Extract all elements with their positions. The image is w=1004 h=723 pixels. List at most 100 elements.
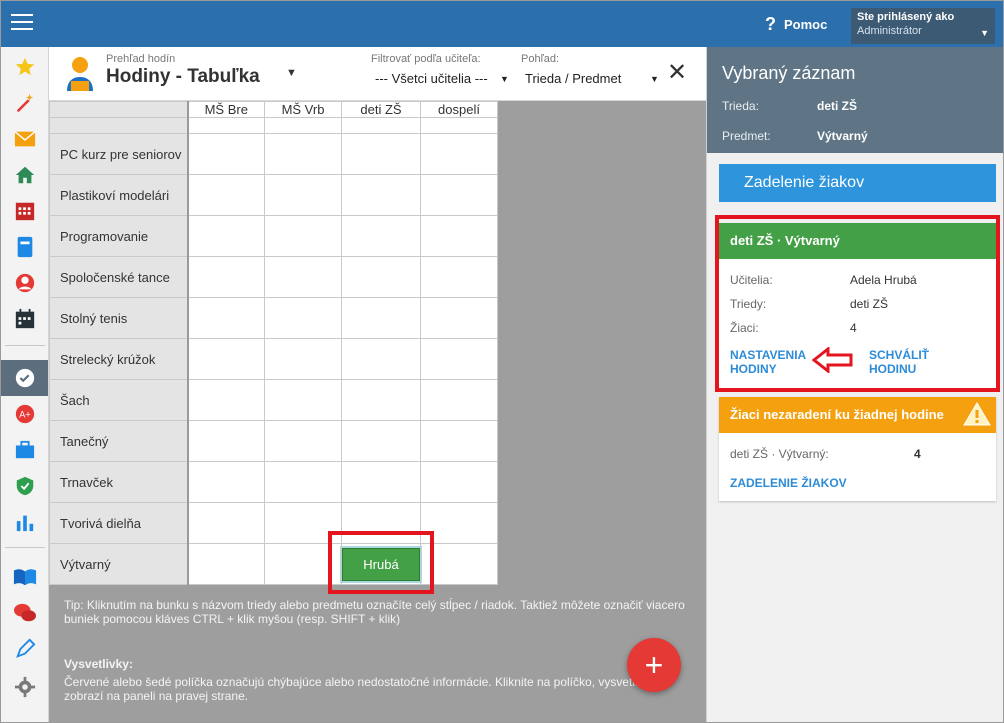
grid-cell[interactable] bbox=[187, 174, 265, 216]
grid-cell[interactable] bbox=[341, 461, 421, 503]
user-menu[interactable]: Ste prihlásený ako Administrátor ▼ bbox=[851, 8, 995, 44]
row-header[interactable]: Strelecký krúžok bbox=[49, 338, 189, 380]
grid-cell[interactable] bbox=[341, 379, 421, 421]
briefcase-icon[interactable] bbox=[1, 432, 48, 468]
row-header[interactable]: Tanečný bbox=[49, 420, 189, 462]
grid-cell[interactable] bbox=[187, 420, 265, 462]
grid-cell[interactable] bbox=[420, 543, 498, 585]
magic-wand-icon[interactable] bbox=[1, 85, 48, 121]
grid-cell[interactable] bbox=[187, 215, 265, 257]
lesson-settings-link[interactable]: NASTAVENIA HODINY bbox=[730, 348, 806, 376]
grid-cell[interactable] bbox=[341, 133, 421, 175]
phone-book-icon[interactable] bbox=[1, 229, 48, 265]
home-icon[interactable] bbox=[1, 157, 48, 193]
grid-cell[interactable] bbox=[264, 133, 342, 175]
row-header[interactable]: Spoločenské tance bbox=[49, 256, 189, 298]
arrow-left-icon bbox=[811, 345, 854, 376]
question-icon: ? bbox=[765, 14, 776, 34]
grid-cell[interactable] bbox=[187, 133, 265, 175]
grid-cell[interactable] bbox=[187, 461, 265, 503]
row-header[interactable]: Trnavček bbox=[49, 461, 189, 503]
assign-students-link[interactable]: ZADELENIE ŽIAKOV bbox=[730, 476, 847, 490]
grid-cell[interactable] bbox=[420, 297, 498, 339]
calendar-grid-icon[interactable] bbox=[1, 193, 48, 229]
grid-cell[interactable] bbox=[264, 543, 342, 585]
grid-cell[interactable] bbox=[420, 215, 498, 257]
subject-label: Predmet: bbox=[722, 129, 771, 143]
grid-cell[interactable] bbox=[187, 502, 265, 544]
calendar-icon[interactable] bbox=[1, 301, 48, 337]
envelope-icon[interactable] bbox=[1, 121, 48, 157]
grid-cell[interactable] bbox=[187, 543, 265, 585]
row-header[interactable]: Programovanie bbox=[49, 215, 189, 257]
grid-cell[interactable] bbox=[420, 379, 498, 421]
row-header[interactable]: PC kurz pre seniorov bbox=[49, 133, 189, 175]
table-row: Plastikoví modelári bbox=[49, 174, 498, 216]
book-icon[interactable] bbox=[1, 559, 48, 595]
check-circle-icon[interactable] bbox=[1, 360, 48, 396]
column-header[interactable]: MŠ Vrb bbox=[264, 101, 342, 118]
help-link[interactable]: ? Pomoc bbox=[765, 15, 827, 33]
grid-cell[interactable] bbox=[264, 379, 342, 421]
grid-cell[interactable] bbox=[264, 215, 342, 257]
grid-cell[interactable] bbox=[341, 420, 421, 462]
row-header[interactable]: Tvorivá dielňa bbox=[49, 502, 189, 544]
table-row: Stolný tenis bbox=[49, 297, 498, 339]
column-header[interactable]: MŠ Bre bbox=[187, 101, 265, 118]
title-dropdown-icon[interactable]: ▼ bbox=[286, 67, 297, 79]
grid-cell[interactable] bbox=[341, 297, 421, 339]
column-header[interactable]: dospelí bbox=[420, 101, 498, 118]
add-button[interactable]: + bbox=[627, 638, 681, 692]
grid-cell[interactable] bbox=[341, 256, 421, 298]
grid-cell[interactable] bbox=[187, 256, 265, 298]
grid-cell[interactable] bbox=[264, 297, 342, 339]
row-header[interactable]: Výtvarný bbox=[49, 543, 189, 585]
shield-check-icon[interactable] bbox=[1, 468, 48, 504]
grid-cell[interactable] bbox=[420, 174, 498, 216]
grid-cell[interactable] bbox=[264, 174, 342, 216]
grid-cell[interactable] bbox=[420, 338, 498, 380]
pen-icon[interactable] bbox=[1, 631, 48, 667]
star-icon[interactable] bbox=[1, 49, 48, 85]
grid-cell[interactable] bbox=[420, 420, 498, 462]
assign-students-button[interactable]: Zadelenie žiakov bbox=[719, 164, 996, 202]
grid-cell[interactable] bbox=[341, 502, 421, 544]
grid-cell[interactable] bbox=[420, 461, 498, 503]
grid-cell[interactable] bbox=[420, 502, 498, 544]
column-header[interactable]: deti ZŠ bbox=[341, 101, 421, 118]
menu-icon[interactable] bbox=[11, 14, 33, 34]
teacher-filter-select[interactable]: --- Všetci učitelia --- bbox=[375, 71, 488, 86]
grid-cell[interactable] bbox=[187, 297, 265, 339]
view-select[interactable]: Trieda / Predmet bbox=[525, 71, 621, 86]
gear-icon[interactable] bbox=[1, 669, 48, 705]
lesson-chip[interactable]: Hrubá bbox=[342, 547, 420, 581]
table-row: Tanečný bbox=[49, 420, 498, 462]
grid-cell[interactable] bbox=[420, 256, 498, 298]
grid-cell[interactable] bbox=[420, 133, 498, 175]
grid-cell[interactable] bbox=[264, 420, 342, 462]
row-header[interactable]: Stolný tenis bbox=[49, 297, 189, 339]
grid-cell[interactable] bbox=[264, 502, 342, 544]
row-header[interactable]: Plastikoví modelári bbox=[49, 174, 189, 216]
bar-chart-icon[interactable] bbox=[1, 504, 48, 540]
approve-lesson-link[interactable]: SCHVÁLIŤ HODINU bbox=[869, 348, 929, 376]
app-window: ? Pomoc Ste prihlásený ako Administrátor… bbox=[0, 0, 1004, 723]
selected-grid-cell[interactable]: Hrubá bbox=[341, 543, 421, 585]
row-header[interactable]: Šach bbox=[49, 379, 189, 421]
table-row: Strelecký krúžok bbox=[49, 338, 498, 380]
grid-cell[interactable] bbox=[264, 256, 342, 298]
close-icon[interactable]: ✕ bbox=[667, 61, 687, 85]
grid-cell[interactable] bbox=[187, 379, 265, 421]
chevron-down-icon: ▼ bbox=[980, 28, 989, 38]
table-corner bbox=[49, 101, 189, 118]
grid-cell[interactable] bbox=[264, 461, 342, 503]
grade-icon[interactable]: A+ bbox=[1, 396, 48, 432]
grid-cell[interactable] bbox=[341, 174, 421, 216]
user-circle-icon[interactable] bbox=[1, 265, 48, 301]
detail-title: Vybraný záznam bbox=[722, 63, 856, 83]
grid-cell[interactable] bbox=[187, 338, 265, 380]
chat-icon[interactable] bbox=[1, 595, 48, 631]
grid-cell[interactable] bbox=[341, 338, 421, 380]
grid-cell[interactable] bbox=[264, 338, 342, 380]
grid-cell[interactable] bbox=[341, 215, 421, 257]
